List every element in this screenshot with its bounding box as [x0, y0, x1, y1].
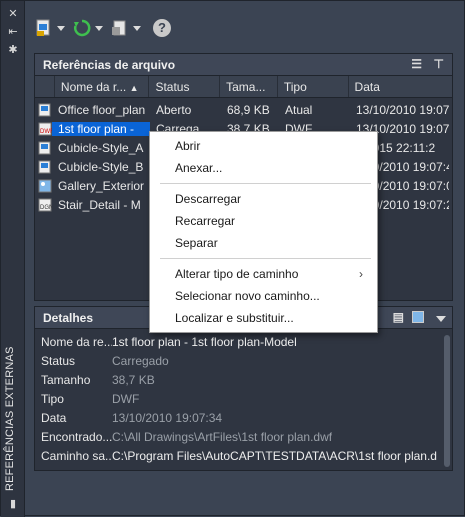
detail-row: Data 13/10/2010 19:07:34 [35, 408, 452, 427]
cell-name: Gallery_Exterior [58, 178, 145, 193]
details-scrollbar[interactable] [444, 335, 450, 467]
menu-item-recarregar[interactable]: Recarregar [150, 210, 377, 232]
cell-type: Atual [285, 102, 313, 117]
menu-label: Abrir [175, 139, 201, 153]
col-header-date[interactable]: Data [349, 76, 452, 97]
external-references-palette: ✕ ⇤ ✱ REFERÊNCIAS EXTERNAS ▮ ? Referênci… [0, 0, 465, 517]
change-path-button[interactable] [109, 17, 143, 39]
detail-row: Nome da re... 1st floor plan - 1st floor … [35, 332, 452, 351]
detail-value[interactable]: 1st floor plan - 1st floor plan-Model [112, 335, 297, 349]
svg-text:DWF: DWF [40, 129, 52, 135]
dwg-file-icon [38, 160, 52, 174]
details-list: Nome da re... 1st floor plan - 1st floor … [35, 329, 452, 465]
change-path-icon [112, 20, 126, 36]
detail-label: Caminho sa... [41, 448, 112, 463]
detail-row: Tamanho 38,7 KB [35, 370, 452, 389]
detail-label: Data [41, 410, 67, 425]
col-label: Nome da r... [60, 80, 127, 94]
col-header-name[interactable]: Nome da r... ▲ [55, 76, 150, 97]
detail-label: Status [41, 353, 76, 368]
chevron-down-icon[interactable] [95, 25, 103, 31]
menu-label: Descarregar [175, 192, 242, 206]
details-view-icon[interactable]: ▤ [393, 310, 404, 324]
cell-size: 68,9 KB [227, 102, 270, 117]
properties-icon[interactable]: ✱ [5, 43, 21, 57]
detail-row: Status Carregado [35, 351, 452, 370]
column-headers: Nome da r... ▲ Status Tama... Tipo Data [35, 76, 452, 98]
detail-label: Tipo [41, 391, 64, 406]
help-icon[interactable]: ? [153, 19, 171, 37]
menu-item-selecionar-novo-caminho[interactable]: Selecionar novo caminho... [150, 285, 377, 307]
chevron-down-icon[interactable] [57, 25, 65, 31]
file-references-header[interactable]: Referências de arquivo ☰ ⊤ [35, 54, 452, 76]
refresh-icon [73, 19, 91, 37]
palette-title: REFERÊNCIAS EXTERNAS [4, 346, 16, 491]
sort-up-icon: ▲ [129, 83, 139, 93]
palette-menu-icon[interactable]: ▮ [5, 497, 21, 511]
detail-label: Nome da re... [41, 334, 112, 349]
close-icon[interactable]: ✕ [5, 7, 21, 21]
menu-label: Separar [175, 236, 218, 250]
menu-label: Anexar... [175, 161, 223, 175]
list-view-icon[interactable]: ☰ [411, 57, 422, 71]
menu-item-abrir[interactable]: Abrir [150, 135, 377, 157]
menu-separator [160, 258, 371, 259]
col-header-status[interactable]: Status [149, 76, 221, 97]
col-header-type[interactable]: Tipo [278, 76, 349, 97]
attach-dwg-button[interactable] [33, 17, 67, 39]
col-header-size[interactable]: Tama... [220, 76, 278, 97]
dwg-file-icon [38, 141, 52, 155]
cell-name: Office floor_plan [58, 102, 146, 117]
chevron-down-icon[interactable] [133, 25, 141, 31]
cell-name: 1st floor plan - [52, 121, 150, 136]
preview-icon[interactable] [412, 311, 424, 323]
detail-value: Carregado [112, 353, 169, 368]
detail-value: DWF [112, 391, 140, 406]
menu-separator [160, 183, 371, 184]
menu-item-alterar-tipo-caminho[interactable]: Alterar tipo de caminho › [150, 263, 377, 285]
menu-item-descarregar[interactable]: Descarregar [150, 188, 377, 210]
chevron-right-icon: › [359, 267, 363, 281]
cell-name: Cubicle-Style_A [58, 140, 144, 155]
col-spacer [35, 76, 55, 97]
chevron-down-icon[interactable] [436, 316, 446, 322]
refresh-button[interactable] [71, 17, 105, 39]
file-references-title: Referências de arquivo [43, 57, 176, 72]
palette-title-bar[interactable]: ✕ ⇤ ✱ REFERÊNCIAS EXTERNAS ▮ [1, 1, 25, 517]
dwf-file-icon: DWF [38, 122, 54, 136]
tree-view-icon[interactable]: ⊤ [434, 57, 444, 71]
detail-value[interactable]: C:\Program Files\AutoCAPT\TESTDATA\ACR\1… [112, 449, 437, 463]
attach-dwg-icon [36, 19, 50, 36]
detail-value: 13/10/2010 19:07:34 [112, 410, 223, 425]
image-file-icon [38, 179, 52, 193]
menu-item-separar[interactable]: Separar [150, 232, 377, 254]
context-menu: Abrir Anexar... Descarregar Recarregar S… [149, 131, 378, 333]
detail-value: C:\All Drawings\ArtFiles\1st floor plan.… [112, 429, 333, 444]
menu-item-localizar-substituir[interactable]: Localizar e substituir... [150, 307, 377, 329]
details-title: Detalhes [43, 310, 94, 325]
toolbar: ? [33, 15, 171, 41]
dwg-file-icon [38, 103, 52, 117]
autohide-icon[interactable]: ⇤ [5, 25, 21, 39]
menu-label: Localizar e substituir... [175, 311, 294, 325]
detail-label: Tamanho [41, 372, 91, 387]
menu-label: Recarregar [175, 214, 236, 228]
cell-name: Stair_Detail - M [58, 197, 141, 212]
table-row[interactable]: Office floor_plan Aberto 68,9 KB Atual 1… [35, 100, 452, 119]
menu-item-anexar[interactable]: Anexar... [150, 157, 377, 179]
detail-row: Caminho sa... C:\Program Files\AutoCAPT\T… [35, 446, 452, 465]
detail-row: Tipo DWF [35, 389, 452, 408]
cell-status: Aberto [156, 102, 192, 117]
cell-date: 13/10/2010 19:07:1 [356, 102, 449, 117]
detail-label: Encontrado... [41, 429, 112, 444]
cell-name: Cubicle-Style_B [58, 159, 144, 174]
menu-label: Alterar tipo de caminho [175, 267, 299, 281]
dgn-file-icon: DGN [38, 198, 53, 212]
svg-text:DGN: DGN [40, 205, 52, 211]
menu-label: Selecionar novo caminho... [175, 289, 320, 303]
detail-row: Encontrado... C:\All Drawings\ArtFiles\1s… [35, 427, 452, 446]
detail-value: 38,7 KB [112, 372, 155, 387]
